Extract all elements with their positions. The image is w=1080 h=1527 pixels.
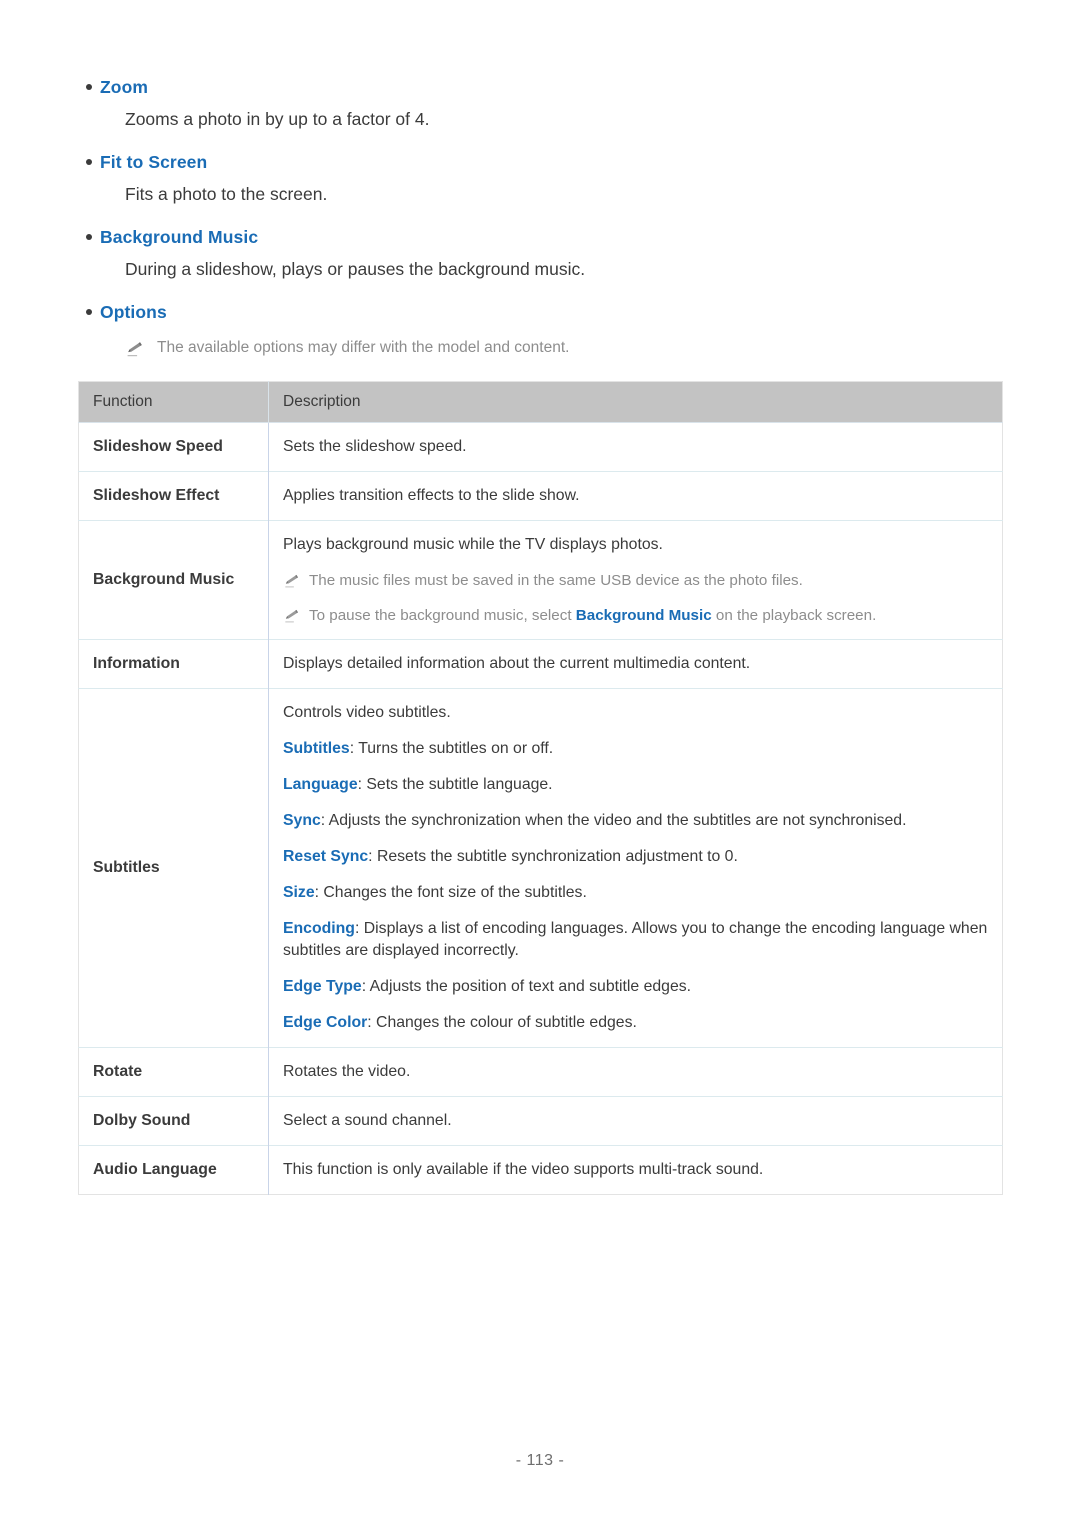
description-line: Rotates the video. [283,1063,411,1080]
term-line: Sync: Adjusts the synchronization when t… [283,810,988,832]
note-text-post: on the playback screen. [711,607,877,624]
description-line: This function is only available if the v… [283,1161,764,1178]
term-label: Edge Type [283,978,362,995]
term-text: : Adjusts the position of text and subti… [361,978,692,995]
column-header-description: Description [268,381,1003,423]
pencil-icon [283,605,309,624]
description-cell: Rotates the video. [268,1047,1003,1097]
term-line: Subtitles: Turns the subtitles on or off… [283,738,988,760]
bullet-title: Fit to Screen [100,152,208,172]
note-text-pre: The music files must be saved in the sam… [309,572,803,589]
function-label: Audio Language [78,1145,269,1195]
function-label: Subtitles [78,688,269,1048]
function-label: Information [78,639,269,689]
description-line: Plays background music while the TV disp… [283,536,663,553]
bullet-description: During a slideshow, plays or pauses the … [125,259,586,279]
bullet-block-background-music: Background Music During a slideshow, pla… [78,226,1002,281]
term-line: Encoding: Displays a list of encoding la… [283,918,988,962]
bullet-dot-icon [78,226,100,240]
note-row: The music files must be saved in the sam… [283,570,988,591]
document-page: Zoom Zooms a photo in by up to a factor … [0,0,1080,1527]
function-label: Slideshow Effect [78,471,269,521]
function-label: Rotate [78,1047,269,1097]
term-text: : Sets the subtitle language. [357,776,553,793]
note-row: The available options may differ with th… [125,337,1002,358]
note-row: To pause the background music, select Ba… [283,605,988,626]
term-line: Edge Color: Changes the colour of subtit… [283,1012,988,1034]
term-text: : Adjusts the synchronization when the v… [320,812,907,829]
description-line: Applies transition effects to the slide … [283,487,580,504]
table-row: Audio Language This function is only ava… [78,1145,1003,1195]
description-cell: Select a sound channel. [268,1096,1003,1146]
note-text-pre: To pause the background music, select [309,607,576,624]
table-row: Background Music Plays background music … [78,520,1003,640]
table-row: Slideshow Speed Sets the slideshow speed… [78,422,1003,472]
term-label: Reset Sync [283,848,369,865]
page-number: - 113 - [515,1452,565,1469]
description-cell: Plays background music while the TV disp… [268,520,1003,640]
function-label: Dolby Sound [78,1096,269,1146]
bullet-description: Fits a photo to the screen. [125,184,328,204]
table-row: Information Displays detailed informatio… [78,639,1003,689]
note-text: To pause the background music, select Ba… [309,605,876,626]
description-line: Displays detailed information about the … [283,655,751,672]
description-line: Controls video subtitles. [283,704,451,721]
description-cell: Controls video subtitles. Subtitles: Tur… [268,688,1003,1048]
bullet-heading-row: Fit to Screen [78,151,1002,173]
pencil-icon [125,337,157,358]
term-text: : Resets the subtitle synchronization ad… [368,848,738,865]
table-row: Subtitles Controls video subtitles. Subt… [78,688,1003,1048]
table-row: Rotate Rotates the video. [78,1047,1003,1097]
term-label: Subtitles [283,740,350,757]
term-label: Sync [283,812,321,829]
description-cell: This function is only available if the v… [268,1145,1003,1195]
function-label: Slideshow Speed [78,422,269,472]
term-text: : Changes the colour of subtitle edges. [367,1014,637,1031]
bullet-description: Zooms a photo in by up to a factor of 4. [125,109,430,129]
term-text: : Turns the subtitles on or off. [349,740,554,757]
bullet-heading-row: Zoom [78,76,1002,98]
note-text-highlight: Background Music [575,607,712,624]
column-header-function: Function [78,381,269,423]
pencil-icon [283,570,309,589]
bullet-block-options: Options The available options may differ… [78,301,1002,358]
description-cell: Applies transition effects to the slide … [268,471,1003,521]
term-text: : Changes the font size of the subtitles… [314,884,587,901]
bullet-title: Zoom [100,77,149,97]
bullet-title: Background Music [100,227,259,247]
description-line: Sets the slideshow speed. [283,438,467,455]
bullet-heading-row: Background Music [78,226,1002,248]
term-text: : Displays a list of encoding languages.… [283,920,988,959]
bullet-dot-icon [78,76,100,90]
bullet-title: Options [100,302,167,322]
bullet-block-fit-to-screen: Fit to Screen Fits a photo to the screen… [78,151,1002,206]
options-table: Function Description Slideshow Speed Set… [78,381,1003,1195]
term-line: Reset Sync: Resets the subtitle synchron… [283,846,988,868]
bullet-block-zoom: Zoom Zooms a photo in by up to a factor … [78,76,1002,131]
description-line: Select a sound channel. [283,1112,452,1129]
note-text: The available options may differ with th… [157,339,570,356]
term-label: Edge Color [283,1014,368,1031]
bullet-dot-icon [78,301,100,315]
table-header-row: Function Description [78,381,1003,423]
function-label: Background Music [78,520,269,640]
bullet-heading-row: Options [78,301,1002,323]
note-text: The music files must be saved in the sam… [309,570,803,591]
term-label: Size [283,884,315,901]
term-line: Size: Changes the font size of the subti… [283,882,988,904]
term-line: Language: Sets the subtitle language. [283,774,988,796]
description-cell: Displays detailed information about the … [268,639,1003,689]
term-label: Language [283,776,358,793]
term-label: Encoding [283,920,355,937]
term-line: Edge Type: Adjusts the position of text … [283,976,988,998]
table-row: Dolby Sound Select a sound channel. [78,1096,1003,1146]
bullet-dot-icon [78,151,100,165]
description-cell: Sets the slideshow speed. [268,422,1003,472]
table-row: Slideshow Effect Applies transition effe… [78,471,1003,521]
